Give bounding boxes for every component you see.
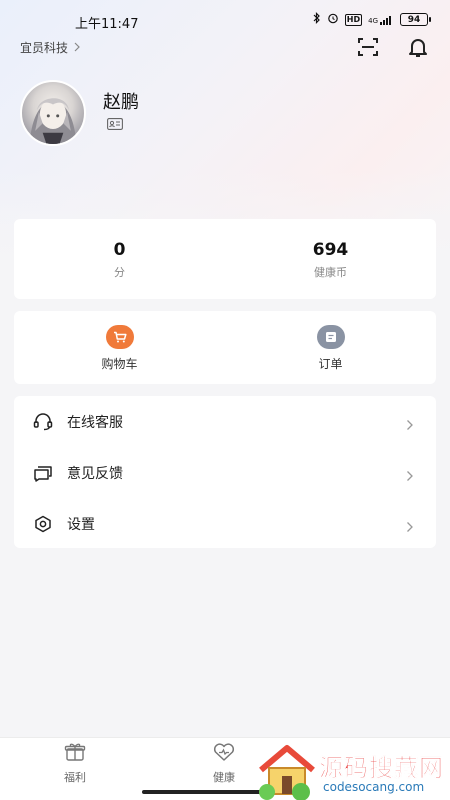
shopping-cart-label: 购物车 xyxy=(101,357,138,371)
orders-label: 订单 xyxy=(318,357,343,371)
battery-icon: 94 xyxy=(400,13,431,26)
watermark-subtitle: codesocang.com xyxy=(323,780,425,794)
house-logo-icon xyxy=(259,745,315,800)
heart-icon xyxy=(212,742,236,766)
chevron-right-icon xyxy=(406,416,416,430)
menu-item-settings[interactable]: 设置 xyxy=(14,498,436,549)
menu-item-customer-service[interactable]: 在线客服 xyxy=(14,396,436,447)
bluetooth-icon xyxy=(313,12,321,27)
menu-card: 在线客服 意见反馈 设置 xyxy=(14,396,436,548)
tab-health[interactable]: 健康 xyxy=(194,742,254,785)
headset-icon xyxy=(33,412,53,432)
avatar[interactable] xyxy=(20,80,86,146)
tab-welfare[interactable]: 福利 xyxy=(45,742,105,785)
health-coin-label: 健康币 xyxy=(314,266,347,279)
feedback-icon xyxy=(33,463,53,483)
health-coin-stat[interactable]: 694 健康币 xyxy=(225,219,436,299)
header-actions xyxy=(356,35,430,59)
alarm-icon xyxy=(327,12,339,27)
network-type: 4G xyxy=(368,16,378,25)
hd-icon: HD xyxy=(344,13,363,26)
company-selector[interactable]: 宜员科技 xyxy=(20,39,80,56)
menu-label-feedback: 意见反馈 xyxy=(67,465,123,482)
order-icon xyxy=(316,325,345,349)
status-bar: 上午11:47 HD 4G 94 xyxy=(0,0,450,40)
chevron-right-icon xyxy=(74,41,80,55)
chevron-right-icon xyxy=(406,518,416,532)
status-icons: HD 4G 94 xyxy=(313,12,431,27)
status-time: 上午11:47 xyxy=(75,17,139,32)
user-name: 赵鹏 xyxy=(103,92,139,113)
watermark-title: 源码搜藏网 xyxy=(319,754,444,783)
gift-icon xyxy=(64,742,86,766)
cart-icon xyxy=(105,325,134,349)
health-coin-value: 694 xyxy=(312,240,349,260)
shopping-cart-button[interactable]: 购物车 xyxy=(14,311,225,384)
points-label: 分 xyxy=(114,266,125,279)
bell-icon[interactable] xyxy=(406,35,430,59)
id-card-icon[interactable] xyxy=(107,115,123,130)
scan-icon[interactable] xyxy=(356,35,380,59)
menu-item-feedback[interactable]: 意见反馈 xyxy=(14,447,436,498)
menu-label-settings: 设置 xyxy=(67,516,95,533)
stats-card: 0 分 694 健康币 xyxy=(14,219,436,299)
settings-icon xyxy=(33,514,53,534)
orders-card: 购物车 订单 xyxy=(14,311,436,384)
points-value: 0 xyxy=(113,240,126,260)
orders-button[interactable]: 订单 xyxy=(225,311,436,384)
signal-icon: 4G xyxy=(368,15,394,25)
tab-health-label: 健康 xyxy=(213,771,235,784)
tab-welfare-label: 福利 xyxy=(64,771,86,784)
watermark: 源码搜藏网 codesocang.com xyxy=(255,742,450,800)
battery-level: 94 xyxy=(407,14,421,25)
company-name: 宜员科技 xyxy=(20,41,69,55)
chevron-right-icon xyxy=(406,467,416,481)
menu-label-customer-service: 在线客服 xyxy=(67,414,123,431)
points-stat[interactable]: 0 分 xyxy=(14,219,225,299)
